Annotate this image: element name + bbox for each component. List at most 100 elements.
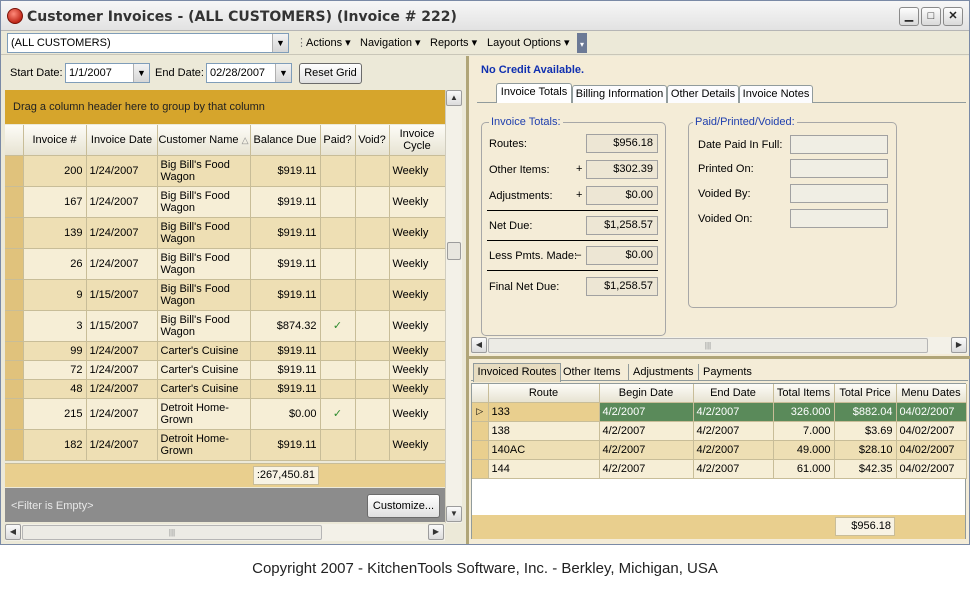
voided-on-field[interactable]	[790, 209, 888, 228]
tab-adjustments[interactable]: Adjustments	[633, 364, 694, 381]
table-row[interactable]: ▷ 133 4/2/2007 4/2/2007 326.000 $882.04 04/02/…	[472, 402, 967, 422]
row-indicator[interactable]	[5, 217, 24, 249]
tab-invoice-notes[interactable]: Invoice Notes	[739, 85, 813, 103]
row-indicator[interactable]	[472, 421, 489, 441]
void-cell[interactable]	[355, 429, 390, 461]
paid-checkmark-icon[interactable]	[320, 379, 356, 399]
table-row[interactable]: 99 1/24/2007 Carter's Cuisine $919.11 Weekly	[5, 341, 446, 361]
table-row[interactable]: 26 1/24/2007 Big Bill's Food Wagon $919.11 W…	[5, 248, 446, 280]
row-indicator[interactable]	[5, 429, 24, 461]
table-row[interactable]: 3 1/15/2007 Big Bill's Food Wagon $874.32 ✓ W…	[5, 310, 446, 342]
voided-by-field[interactable]	[790, 184, 888, 203]
grid-vertical-scrollbar[interactable]: ▲ ▼	[445, 90, 462, 523]
void-cell[interactable]	[355, 279, 390, 311]
scroll-thumb[interactable]: |||	[488, 338, 928, 353]
menu-reports[interactable]: Reports ▾	[430, 36, 477, 49]
chevron-down-icon[interactable]: ▼	[275, 64, 291, 82]
close-button[interactable]: ✕	[943, 7, 963, 26]
column-header[interactable]: Invoice #	[23, 125, 87, 156]
paid-checkmark-icon[interactable]: ✓	[320, 310, 356, 342]
chevron-down-icon[interactable]: ▼	[272, 34, 288, 52]
row-indicator[interactable]	[5, 341, 24, 361]
void-cell[interactable]	[355, 398, 390, 430]
paid-checkmark-icon[interactable]	[320, 248, 356, 280]
table-row[interactable]: 48 1/24/2007 Carter's Cuisine $919.11 Weekly	[5, 379, 446, 399]
void-cell[interactable]	[355, 341, 390, 361]
toolbar-overflow-button[interactable]: ▾	[577, 33, 587, 53]
group-by-banner[interactable]: Drag a column header here to group by th…	[5, 90, 445, 124]
tab-payments[interactable]: Payments	[703, 364, 752, 381]
paid-checkmark-icon[interactable]	[320, 429, 356, 461]
column-header[interactable]: Invoice Cycle	[389, 125, 446, 156]
reset-grid-button[interactable]: Reset Grid	[299, 63, 362, 84]
paid-checkmark-icon[interactable]: ✓	[320, 398, 356, 430]
customize-button[interactable]: Customize...	[367, 494, 440, 518]
row-indicator[interactable]	[5, 360, 24, 380]
row-indicator[interactable]	[5, 186, 24, 218]
scroll-thumb[interactable]: |||	[22, 525, 322, 540]
paid-checkmark-icon[interactable]	[320, 186, 356, 218]
void-cell[interactable]	[355, 155, 390, 187]
row-indicator[interactable]	[5, 379, 24, 399]
detail-horizontal-scrollbar[interactable]: ◀ ||| ▶	[471, 337, 968, 354]
scroll-right-icon[interactable]: ▶	[951, 337, 967, 353]
column-header[interactable]: Invoice Date	[86, 125, 158, 156]
column-header[interactable]: Menu Dates	[896, 384, 967, 403]
void-cell[interactable]	[355, 248, 390, 280]
paid-checkmark-icon[interactable]	[320, 155, 356, 187]
table-row[interactable]: 9 1/15/2007 Big Bill's Food Wagon $919.11 We…	[5, 279, 446, 311]
void-cell[interactable]	[355, 186, 390, 218]
scroll-left-icon[interactable]: ◀	[471, 337, 487, 353]
void-cell[interactable]	[355, 310, 390, 342]
row-indicator[interactable]	[5, 398, 24, 430]
scroll-down-icon[interactable]: ▼	[446, 506, 462, 522]
minimize-button[interactable]: ▁	[899, 7, 919, 26]
tab-invoice-totals[interactable]: Invoice Totals	[496, 83, 572, 103]
table-row[interactable]: 72 1/24/2007 Carter's Cuisine $919.11 Weekly	[5, 360, 446, 380]
table-row[interactable]: 182 1/24/2007 Detroit Home-Grown $919.11 Wee…	[5, 429, 446, 461]
printed-on-field[interactable]	[790, 159, 888, 178]
title-bar[interactable]: Customer Invoices - (ALL CUSTOMERS) (Inv…	[1, 1, 969, 31]
start-date-field[interactable]: 1/1/2007 ▼	[65, 63, 150, 83]
end-date-field[interactable]: 02/28/2007 ▼	[206, 63, 292, 83]
menu-layout-options[interactable]: Layout Options ▾	[487, 36, 570, 49]
row-indicator[interactable]	[5, 248, 24, 280]
customer-select[interactable]: (ALL CUSTOMERS) ▼	[7, 33, 289, 53]
column-header[interactable]: Begin Date	[599, 384, 694, 403]
column-header[interactable]: Void?	[355, 125, 390, 156]
paid-checkmark-icon[interactable]	[320, 341, 356, 361]
scroll-left-icon[interactable]: ◀	[5, 524, 21, 540]
table-row[interactable]: 140AC 4/2/2007 4/2/2007 49.000 $28.10 04/02/2…	[472, 440, 967, 460]
column-header[interactable]: Customer Name △	[157, 125, 251, 156]
date-paid-field[interactable]	[790, 135, 888, 154]
column-header[interactable]: Total Price	[834, 384, 897, 403]
row-indicator[interactable]	[472, 459, 489, 479]
table-row[interactable]: 144 4/2/2007 4/2/2007 61.000 $42.35 04/02/200…	[472, 459, 967, 479]
row-indicator[interactable]	[5, 155, 24, 187]
scroll-thumb[interactable]	[447, 242, 461, 260]
void-cell[interactable]	[355, 360, 390, 380]
row-indicator[interactable]	[472, 440, 489, 460]
tab-other-items[interactable]: Other Items	[563, 364, 620, 381]
row-indicator[interactable]: ▷	[472, 402, 489, 422]
tab-billing-information[interactable]: Billing Information	[572, 85, 667, 103]
table-row[interactable]: 139 1/24/2007 Big Bill's Food Wagon $919.11…	[5, 217, 446, 249]
row-indicator[interactable]	[5, 310, 24, 342]
menu-actions[interactable]: Actions ▾	[306, 36, 351, 49]
splitter[interactable]	[469, 356, 970, 359]
void-cell[interactable]	[355, 379, 390, 399]
chevron-down-icon[interactable]: ▼	[133, 64, 149, 82]
column-header[interactable]: Paid?	[320, 125, 356, 156]
tab-other-details[interactable]: Other Details	[667, 85, 739, 103]
paid-checkmark-icon[interactable]	[320, 360, 356, 380]
grid-horizontal-scrollbar[interactable]: ◀ ||| ▶	[5, 524, 445, 541]
paid-checkmark-icon[interactable]	[320, 279, 356, 311]
menu-navigation[interactable]: Navigation ▾	[360, 36, 421, 49]
table-row[interactable]: 138 4/2/2007 4/2/2007 7.000 $3.69 04/02/2007	[472, 421, 967, 441]
paid-checkmark-icon[interactable]	[320, 217, 356, 249]
column-header[interactable]: Total Items	[773, 384, 835, 403]
row-indicator[interactable]	[5, 279, 24, 311]
maximize-button[interactable]: □	[921, 7, 941, 26]
column-header[interactable]: End Date	[693, 384, 774, 403]
column-header[interactable]: Balance Due	[250, 125, 321, 156]
